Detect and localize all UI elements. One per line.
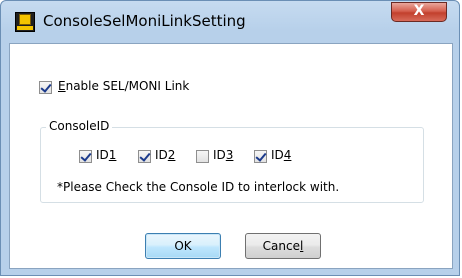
id2-prefix: ID [155, 148, 168, 162]
id3-prefix: ID [213, 148, 226, 162]
enable-link-mnemonic: E [58, 79, 66, 93]
ok-button[interactable]: OK [145, 233, 221, 259]
id3-label[interactable]: ID3 [213, 148, 233, 162]
id4-checkbox[interactable] [254, 150, 267, 163]
console-id-group-label: ConsoleID [46, 119, 113, 133]
id2-label[interactable]: ID2 [155, 148, 175, 162]
enable-link-label[interactable]: Enable SEL/MONI Link [58, 79, 189, 93]
dialog-window: ConsoleSelMoniLinkSetting X Enable SEL/M… [0, 0, 460, 276]
id2-mnemonic: 2 [167, 148, 176, 162]
window-title: ConsoleSelMoniLinkSetting [43, 12, 246, 30]
id1-prefix: ID [96, 148, 109, 162]
enable-link-text: nable SEL/MONI Link [65, 79, 190, 93]
title-bar[interactable]: ConsoleSelMoniLinkSetting X [1, 1, 459, 43]
id4-label[interactable]: ID4 [271, 148, 291, 162]
app-logo-glyph [19, 14, 31, 25]
app-logo-bar [17, 26, 33, 30]
id3-checkbox[interactable] [196, 150, 209, 163]
app-icon [15, 12, 35, 32]
id4-prefix: ID [271, 148, 284, 162]
console-id-note: *Please Check the Console ID to interloc… [57, 180, 340, 194]
close-button[interactable]: X [391, 2, 447, 22]
cancel-text: Cance [262, 239, 300, 253]
id1-mnemonic: 1 [108, 148, 117, 162]
id2-checkbox[interactable] [138, 150, 151, 163]
cancel-button[interactable]: Cancel [245, 233, 321, 259]
id4-mnemonic: 4 [283, 148, 292, 162]
id3-mnemonic: 3 [225, 148, 234, 162]
enable-link-checkbox[interactable] [39, 81, 52, 94]
cancel-mnemonic: l [299, 239, 304, 253]
id1-checkbox[interactable] [79, 150, 92, 163]
dialog-client-area: Enable SEL/MONI Link ConsoleID ID1 ID2 I… [9, 43, 453, 269]
id1-label[interactable]: ID1 [96, 148, 116, 162]
